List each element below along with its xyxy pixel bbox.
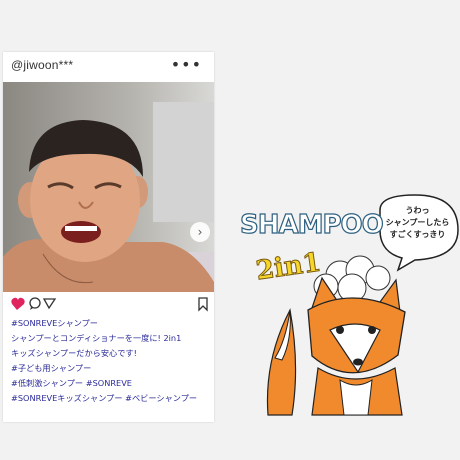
bookmark-icon[interactable] <box>198 297 208 312</box>
caption-line[interactable]: #SONREVEキッズシャンプー #ベビーシャンプー <box>11 391 216 406</box>
post-header: @jiwoon*** ••• <box>3 52 214 82</box>
caption-line[interactable]: #子ども用シャンプー <box>11 361 216 376</box>
caption-line[interactable]: #SONREVEシャンプー <box>11 316 216 331</box>
caption-line: シャンプーとコンディショナーを一度に! 2in1 <box>11 333 182 343</box>
caption-line: キッズシャンプーだから安心です! <box>11 348 137 358</box>
post-photo[interactable]: › <box>3 82 214 292</box>
chevron-right-icon[interactable]: › <box>190 222 210 242</box>
child-photo-image <box>3 82 214 292</box>
more-horizontal-icon[interactable]: ••• <box>171 55 202 74</box>
speech-line: シャンプーしたら <box>385 218 450 227</box>
post-card: @jiwoon*** ••• › #SONREVEシャンプー シャンプーとコンデ… <box>3 52 214 422</box>
speech-line: うわっ <box>405 206 430 215</box>
speech-line: すごくすっきり <box>389 230 446 239</box>
share-icon[interactable] <box>42 298 57 310</box>
heart-icon[interactable] <box>11 297 25 310</box>
post-actions <box>11 296 209 312</box>
comment-icon[interactable] <box>29 297 41 310</box>
post-caption: #SONREVEシャンプー シャンプーとコンディショナーを一度に! 2in1 キ… <box>11 316 216 406</box>
shampoo-title: SHAMPOO <box>239 209 384 240</box>
speech-bubble-text: うわっ シャンプーしたら すごくすっきり <box>380 205 455 241</box>
username[interactable]: @jiwoon*** <box>11 58 73 72</box>
caption-line[interactable]: #低刺激シャンプー #SONREVE <box>11 376 216 391</box>
